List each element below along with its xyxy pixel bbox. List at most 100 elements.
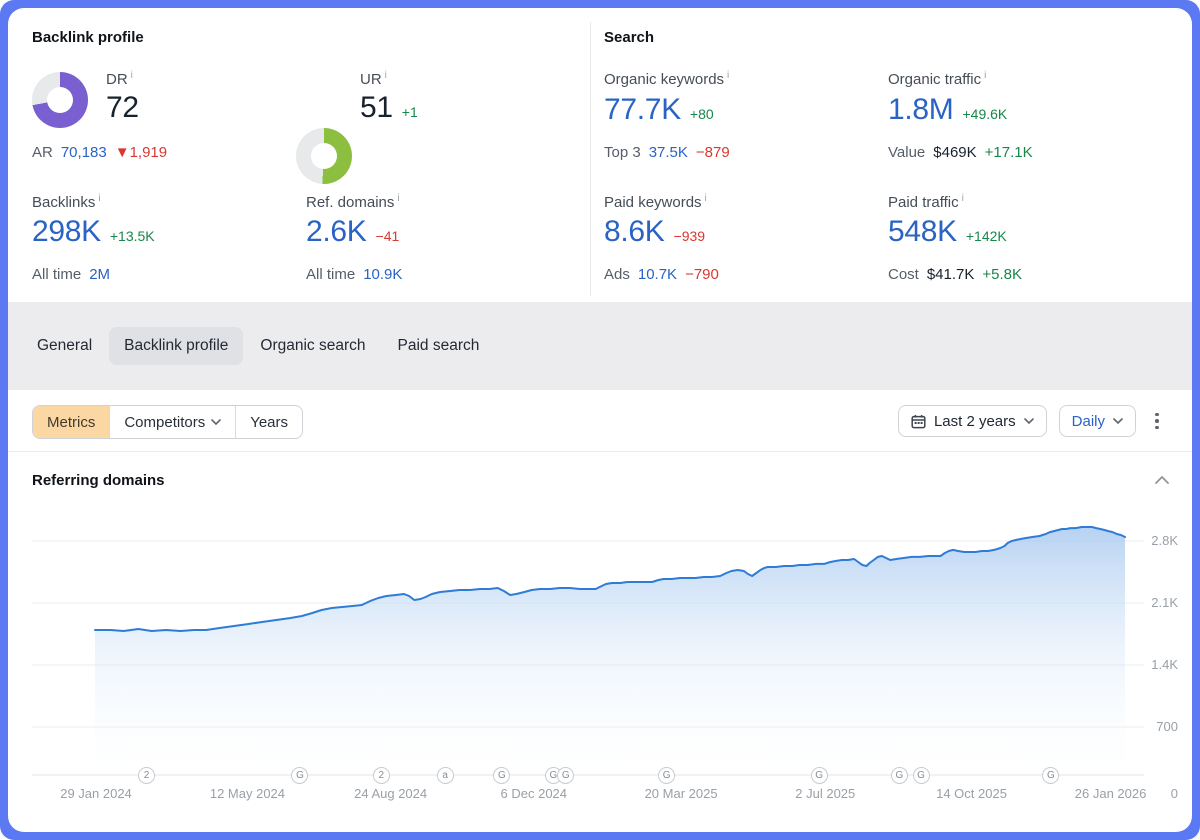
organic-traffic-label-text: Organic traffic bbox=[888, 71, 981, 88]
backlinks-label-text: Backlinks bbox=[32, 194, 95, 211]
backlinks-value-row: 298K +13.5K bbox=[32, 216, 155, 248]
organic-keywords-value-link[interactable]: 77.7K bbox=[604, 94, 681, 126]
referring-domains-area-chart[interactable] bbox=[32, 505, 1144, 805]
organic-keywords-value-row: 77.7K +80 bbox=[604, 94, 714, 126]
cost-delta: +5.8K bbox=[982, 266, 1022, 283]
more-options-kebab-menu[interactable] bbox=[1148, 410, 1166, 432]
ur-label: URi bbox=[360, 70, 387, 88]
ref-domains-label-text: Ref. domains bbox=[306, 194, 394, 211]
value-amount: $469K bbox=[933, 144, 976, 161]
backlinks-alltime-row: All time 2M bbox=[32, 266, 110, 283]
info-icon[interactable]: i bbox=[385, 70, 387, 81]
event-badge-G[interactable]: G bbox=[557, 767, 574, 784]
info-icon[interactable]: i bbox=[131, 70, 133, 81]
section-tabs: General Backlink profile Organic search … bbox=[8, 302, 1192, 390]
event-badge-a[interactable]: a bbox=[437, 767, 454, 784]
date-range-label: Last 2 years bbox=[934, 413, 1016, 430]
ads-delta: −790 bbox=[685, 266, 719, 283]
alltime-label: All time bbox=[306, 266, 355, 283]
event-badge-G[interactable]: G bbox=[913, 767, 930, 784]
ar-delta: ▼1,919 bbox=[115, 144, 167, 161]
event-badge-G[interactable]: G bbox=[1042, 767, 1059, 784]
event-badge-2[interactable]: 2 bbox=[138, 767, 155, 784]
info-icon[interactable]: i bbox=[962, 193, 964, 204]
years-segment[interactable]: Years bbox=[236, 406, 302, 438]
event-badge-G[interactable]: G bbox=[493, 767, 510, 784]
organic-traffic-value-link[interactable]: 1.8M bbox=[888, 94, 954, 126]
organic-keywords-delta: +80 bbox=[690, 106, 714, 122]
top3-row: Top 3 37.5K −879 bbox=[604, 144, 730, 161]
info-icon[interactable]: i bbox=[98, 193, 100, 204]
dr-donut-chart bbox=[32, 72, 88, 128]
x-tick-label: 14 Oct 2025 bbox=[936, 786, 1007, 801]
info-icon[interactable]: i bbox=[727, 70, 729, 81]
paid-keywords-value-link[interactable]: 8.6K bbox=[604, 216, 665, 248]
paid-traffic-value-row: 548K +142K bbox=[888, 216, 1007, 248]
paid-traffic-label-text: Paid traffic bbox=[888, 194, 959, 211]
top3-delta: −879 bbox=[696, 144, 730, 161]
value-delta: +17.1K bbox=[985, 144, 1033, 161]
paid-keywords-value-row: 8.6K −939 bbox=[604, 216, 705, 248]
info-icon[interactable]: i bbox=[984, 70, 986, 81]
alltime-label: All time bbox=[32, 266, 81, 283]
app-card: Backlink profile Search DRi 72 AR 70,183… bbox=[8, 8, 1192, 832]
dr-label: DRi bbox=[106, 70, 133, 88]
y-tick-label: 2.8K bbox=[1151, 533, 1178, 548]
ads-value-link[interactable]: 10.7K bbox=[638, 266, 677, 283]
chevron-down-icon bbox=[1024, 418, 1034, 424]
info-icon[interactable]: i bbox=[397, 193, 399, 204]
organic-keywords-label: Organic keywordsi bbox=[604, 70, 729, 88]
cost-label: Cost bbox=[888, 266, 919, 283]
ads-row: Ads 10.7K −790 bbox=[604, 266, 719, 283]
backlinks-label: Backlinksi bbox=[32, 193, 101, 211]
ads-label: Ads bbox=[604, 266, 630, 283]
tab-organic-search[interactable]: Organic search bbox=[245, 327, 380, 365]
event-badge-2[interactable]: 2 bbox=[373, 767, 390, 784]
info-icon[interactable]: i bbox=[705, 193, 707, 204]
ref-domains-delta: −41 bbox=[376, 228, 400, 244]
view-mode-segmented-control: Metrics Competitors Years bbox=[32, 405, 303, 439]
x-tick-label: 26 Jan 2026 bbox=[1075, 786, 1147, 801]
chevron-down-icon bbox=[211, 419, 221, 425]
competitors-segment[interactable]: Competitors bbox=[110, 406, 236, 438]
y-tick-label: 0 bbox=[1171, 786, 1178, 801]
tab-backlink-profile[interactable]: Backlink profile bbox=[109, 327, 243, 365]
metrics-segment[interactable]: Metrics bbox=[33, 406, 110, 438]
ar-label: AR bbox=[32, 144, 53, 161]
ref-domains-alltime-row: All time 10.9K bbox=[306, 266, 402, 283]
ur-donut-chart bbox=[296, 128, 352, 184]
paid-keywords-label-text: Paid keywords bbox=[604, 194, 702, 211]
event-badge-G[interactable]: G bbox=[658, 767, 675, 784]
alltime-value-link[interactable]: 2M bbox=[89, 266, 110, 283]
collapse-chevron-up-icon[interactable] bbox=[1154, 474, 1170, 486]
tab-paid-search[interactable]: Paid search bbox=[383, 327, 495, 365]
metrics-label: Metrics bbox=[47, 414, 95, 431]
paid-traffic-value-link[interactable]: 548K bbox=[888, 216, 957, 248]
granularity-button[interactable]: Daily bbox=[1059, 405, 1136, 437]
x-tick-label: 24 Aug 2024 bbox=[354, 786, 427, 801]
top3-value-link[interactable]: 37.5K bbox=[649, 144, 688, 161]
calendar-icon bbox=[911, 414, 926, 429]
paid-traffic-delta: +142K bbox=[966, 228, 1007, 244]
ar-value-link[interactable]: 70,183 bbox=[61, 144, 107, 161]
backlinks-value-link[interactable]: 298K bbox=[32, 216, 101, 248]
y-tick-label: 1.4K bbox=[1151, 657, 1178, 672]
x-tick-label: 12 May 2024 bbox=[210, 786, 285, 801]
cost-amount: $41.7K bbox=[927, 266, 975, 283]
event-badge-G[interactable]: G bbox=[811, 767, 828, 784]
ref-domains-value-row: 2.6K −41 bbox=[306, 216, 399, 248]
tab-general[interactable]: General bbox=[22, 327, 107, 365]
x-tick-label: 2 Jul 2025 bbox=[795, 786, 855, 801]
chart-title: Referring domains bbox=[32, 472, 165, 489]
date-range-button[interactable]: Last 2 years bbox=[898, 405, 1047, 437]
event-badge-G[interactable]: G bbox=[291, 767, 308, 784]
ref-domains-label: Ref. domainsi bbox=[306, 193, 400, 211]
window-frame: Backlink profile Search DRi 72 AR 70,183… bbox=[0, 0, 1200, 840]
organic-keywords-label-text: Organic keywords bbox=[604, 71, 724, 88]
alltime-value-link[interactable]: 10.9K bbox=[363, 266, 402, 283]
ref-domains-value-link[interactable]: 2.6K bbox=[306, 216, 367, 248]
dr-value: 72 bbox=[106, 92, 139, 124]
event-badge-G[interactable]: G bbox=[891, 767, 908, 784]
x-tick-label: 20 Mar 2025 bbox=[645, 786, 718, 801]
chart-toolbar: Metrics Competitors Years Last 2 years bbox=[8, 390, 1192, 452]
